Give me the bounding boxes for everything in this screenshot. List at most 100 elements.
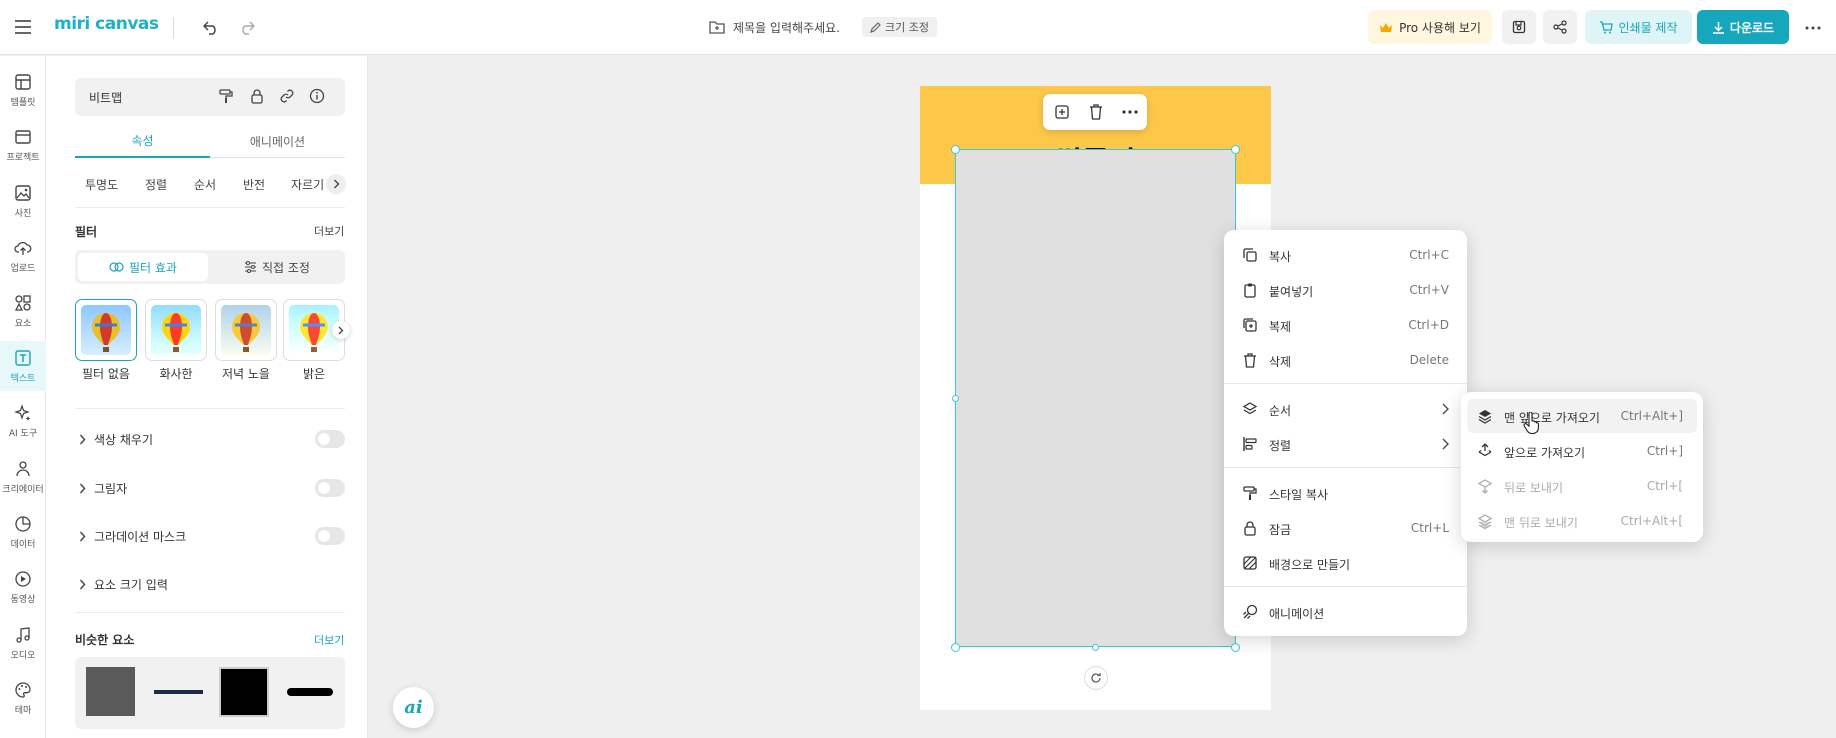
- app-logo[interactable]: miri canvas: [54, 14, 159, 34]
- menu-item-lock[interactable]: 잠금 Ctrl+L: [1224, 511, 1467, 545]
- menu-label: 복제: [1269, 320, 1292, 334]
- similar-element-navy-line[interactable]: [154, 690, 203, 694]
- photo-icon: [14, 184, 32, 202]
- filter-more-link[interactable]: 더보기: [314, 223, 344, 239]
- menu-label: 정렬: [1269, 439, 1292, 453]
- nav-upload[interactable]: 업로드: [0, 231, 46, 281]
- ai-assistant-button[interactable]: ai: [393, 687, 434, 728]
- filter-preset-sunset[interactable]: [215, 299, 277, 361]
- subtab-align[interactable]: 정렬: [145, 176, 167, 193]
- chevron-right-icon[interactable]: [326, 174, 346, 194]
- nav-label: 테마: [14, 705, 32, 716]
- nav-template[interactable]: 템플릿: [0, 65, 46, 115]
- similar-element-black-square[interactable]: [219, 667, 269, 717]
- submenu-item-send-to-back[interactable]: 맨 뒤로 보내기 Ctrl+Alt+[: [1467, 504, 1697, 538]
- lock-icon[interactable]: [249, 88, 265, 104]
- menu-item-copy[interactable]: 복사 Ctrl+C: [1224, 238, 1467, 272]
- document-title[interactable]: 제목을 입력해주세요.: [733, 19, 840, 36]
- subtab-order[interactable]: 순서: [194, 176, 216, 193]
- accordion-shadow[interactable]: 그림자: [75, 476, 345, 500]
- text-icon: [14, 349, 32, 367]
- trash-icon[interactable]: [1079, 94, 1113, 130]
- menu-item-order[interactable]: 순서: [1224, 392, 1467, 426]
- nav-label: 업로드: [10, 263, 36, 274]
- submenu-item-bring-forward[interactable]: 앞으로 가져오기 Ctrl+]: [1467, 434, 1697, 468]
- nav-video[interactable]: 동영상: [0, 562, 46, 612]
- filter-effect-label: 필터 효과: [129, 260, 177, 275]
- bring-forward-icon: [1477, 443, 1493, 459]
- nav-project[interactable]: 프로젝트: [0, 120, 46, 170]
- subtab-opacity[interactable]: 투명도: [85, 176, 118, 193]
- link-icon[interactable]: [279, 88, 295, 104]
- toggle-switch[interactable]: [315, 527, 345, 545]
- submenu-item-bring-to-front[interactable]: 맨 앞으로 가져오기 Ctrl+Alt+]: [1467, 399, 1697, 433]
- menu-label: 복사: [1269, 250, 1292, 264]
- menu-item-align[interactable]: 정렬: [1224, 427, 1467, 461]
- undo-icon[interactable]: [199, 16, 223, 40]
- share-button[interactable]: [1543, 10, 1577, 44]
- resize-handle[interactable]: [1231, 145, 1240, 154]
- menu-item-paste[interactable]: 붙여넣기 Ctrl+V: [1224, 273, 1467, 307]
- print-product-button[interactable]: 인쇄물 제작: [1585, 10, 1692, 44]
- rotate-handle[interactable]: [1084, 666, 1108, 690]
- filter-preset-none[interactable]: [75, 299, 137, 361]
- accordion-color-fill[interactable]: 색상 채우기: [75, 427, 345, 451]
- nav-label: 데이터: [10, 539, 36, 550]
- filter-effect-button[interactable]: 필터 효과: [78, 253, 208, 281]
- pro-trial-button[interactable]: Pro 사용해 보기: [1368, 10, 1492, 44]
- nav-photo[interactable]: 사진: [0, 176, 46, 226]
- submenu-item-send-backward[interactable]: 뒤로 보내기 Ctrl+[: [1467, 469, 1697, 503]
- balloon-thumbnail: [81, 305, 131, 355]
- nav-elements[interactable]: 요소: [0, 286, 46, 336]
- menu-item-delete[interactable]: 삭제 Delete: [1224, 343, 1467, 377]
- toggle-switch[interactable]: [315, 430, 345, 448]
- duplicate-icon[interactable]: [1045, 94, 1079, 130]
- resize-handle[interactable]: [1092, 644, 1099, 651]
- nav-ai-tools[interactable]: AI 도구: [0, 396, 46, 446]
- nav-theme[interactable]: 테마: [0, 673, 46, 723]
- info-icon[interactable]: [309, 88, 325, 104]
- balloon-thumbnail: [221, 305, 271, 355]
- chevron-right-icon: [1442, 438, 1449, 450]
- redo-icon[interactable]: [235, 16, 259, 40]
- nav-label: 프로젝트: [6, 152, 40, 163]
- tab-properties[interactable]: 속성: [75, 124, 210, 158]
- subtab-crop[interactable]: 자르기: [291, 176, 324, 193]
- save-button[interactable]: [1502, 10, 1536, 44]
- nav-audio[interactable]: 오디오: [0, 618, 46, 668]
- menu-shortcut: Ctrl+D: [1408, 318, 1449, 332]
- resize-handle[interactable]: [951, 145, 960, 154]
- menu-divider: [1224, 383, 1467, 384]
- filter-preset-bright[interactable]: [145, 299, 207, 361]
- hamburger-menu-icon[interactable]: [12, 16, 34, 38]
- nav-data[interactable]: 데이터: [0, 507, 46, 557]
- similar-more-link[interactable]: 더보기: [314, 632, 344, 648]
- download-button[interactable]: 다운로드: [1697, 10, 1789, 44]
- resize-handle[interactable]: [1231, 643, 1240, 652]
- resize-handle[interactable]: [951, 643, 960, 652]
- more-horizontal-icon[interactable]: [1113, 94, 1147, 130]
- menu-item-duplicate[interactable]: 복제 Ctrl+D: [1224, 308, 1467, 342]
- accordion-element-size[interactable]: 요소 크기 입력: [75, 572, 345, 596]
- folder-icon[interactable]: [709, 20, 725, 34]
- similar-element-gray-square[interactable]: [86, 667, 135, 716]
- manual-adjust-button[interactable]: 직접 조정: [212, 253, 342, 281]
- chevron-right-icon[interactable]: [332, 321, 350, 339]
- nav-creator[interactable]: 크리에이터: [0, 452, 46, 502]
- paint-roller-icon[interactable]: [218, 88, 234, 104]
- toggle-switch[interactable]: [315, 479, 345, 497]
- similar-element-black-bar[interactable]: [287, 688, 333, 696]
- animation-icon: [1242, 604, 1258, 620]
- nav-label: 텍스트: [10, 373, 36, 384]
- accordion-gradient-mask[interactable]: 그라데이션 마스크: [75, 524, 345, 548]
- tab-animation[interactable]: 애니메이션: [210, 124, 345, 158]
- subtab-flip[interactable]: 반전: [243, 176, 265, 193]
- nav-text[interactable]: 텍스트: [0, 341, 46, 391]
- menu-item-animation[interactable]: 애니메이션: [1224, 595, 1467, 629]
- resize-button[interactable]: 크기 조정: [862, 17, 937, 37]
- menu-item-copy-style[interactable]: 스타일 복사: [1224, 476, 1467, 510]
- more-options-icon[interactable]: [1801, 16, 1825, 40]
- resize-handle[interactable]: [952, 395, 959, 402]
- submenu-label: 뒤로 보내기: [1504, 481, 1564, 495]
- menu-item-set-background[interactable]: 배경으로 만들기: [1224, 546, 1467, 580]
